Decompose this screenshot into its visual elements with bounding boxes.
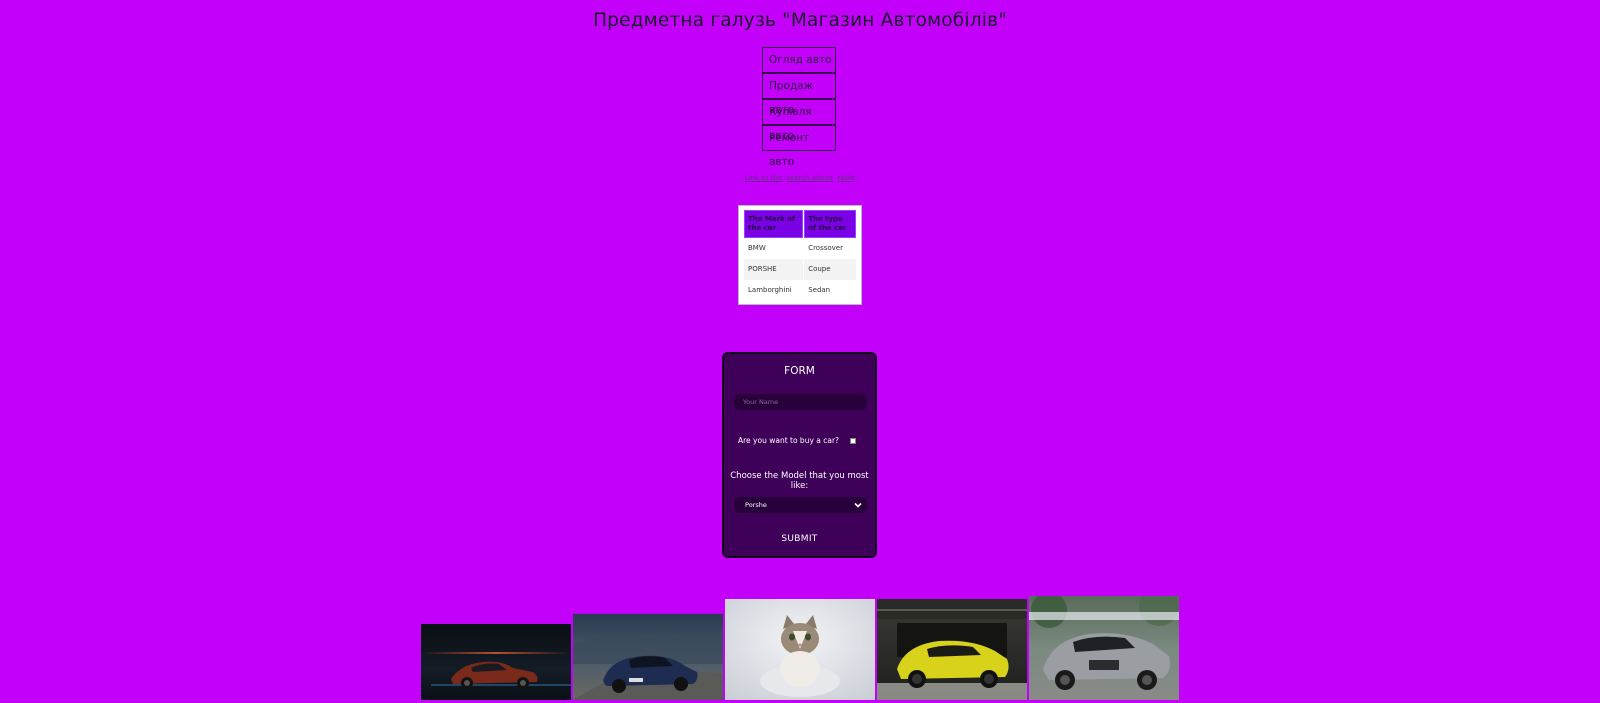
name-input[interactable] xyxy=(734,394,867,410)
link-3[interactable]: table xyxy=(838,174,856,182)
cars-table-container: The Mark of the car The type of the car … xyxy=(738,205,862,305)
nav-item-sale[interactable]: Продаж авто xyxy=(762,73,836,116)
lamborghini-photo xyxy=(877,599,1027,700)
table-row: BMW Crossover xyxy=(744,238,856,259)
link-2[interactable]: search above xyxy=(786,174,833,182)
table-header-type: The type of the car xyxy=(804,210,856,238)
nav-item-repair[interactable]: Ремонт авто xyxy=(762,125,836,168)
choose-model-label: Choose the Model that you most like: xyxy=(730,471,869,491)
cat-photo xyxy=(725,599,875,700)
cars-table: The Mark of the car The type of the car … xyxy=(743,210,857,301)
table-cell-type: Crossover xyxy=(808,244,843,252)
table-header-row: The Mark of the car The type of the car xyxy=(744,210,856,238)
link-1[interactable]: Link to the xyxy=(745,174,782,182)
buy-question-label: Are you want to buy a car? xyxy=(738,436,840,445)
nav-item-purchase[interactable]: Купівля авто xyxy=(762,99,836,142)
table-header-mark: The Mark of the car xyxy=(744,210,804,238)
page-title: Предметна галузь "Магазин Автомобілів" xyxy=(593,10,1007,31)
buy-checkbox[interactable] xyxy=(850,438,856,444)
table-cell-mark: BMW xyxy=(748,244,766,252)
bmw-photo xyxy=(573,614,723,700)
table-cell-mark: Lamborghini xyxy=(748,286,792,294)
purchase-form: FORM Are you want to buy a car? Choose t… xyxy=(722,352,877,558)
model-select-value: Porshe xyxy=(745,501,767,509)
nav-menu: Огляд авто Продаж авто Купівля авто Ремо… xyxy=(762,47,836,168)
nav-item-overview[interactable]: Огляд авто xyxy=(762,47,836,73)
model-select[interactable]: Porshe xyxy=(734,497,867,513)
mercedes-photo xyxy=(1029,596,1179,700)
porsche-photo xyxy=(421,624,571,700)
table-row: Lamborghini Sedan xyxy=(744,280,856,301)
chevron-down-icon xyxy=(854,502,862,508)
table-links: Link to the search above table xyxy=(0,174,1600,182)
table-cell-mark: PORSHE xyxy=(744,259,804,280)
form-title: FORM xyxy=(784,365,815,377)
table-cell-type: Coupe xyxy=(804,259,856,280)
table-row: PORSHE Coupe xyxy=(744,259,856,280)
table-cell-type: Sedan xyxy=(808,286,831,294)
submit-button[interactable]: SUBMIT xyxy=(724,534,875,544)
